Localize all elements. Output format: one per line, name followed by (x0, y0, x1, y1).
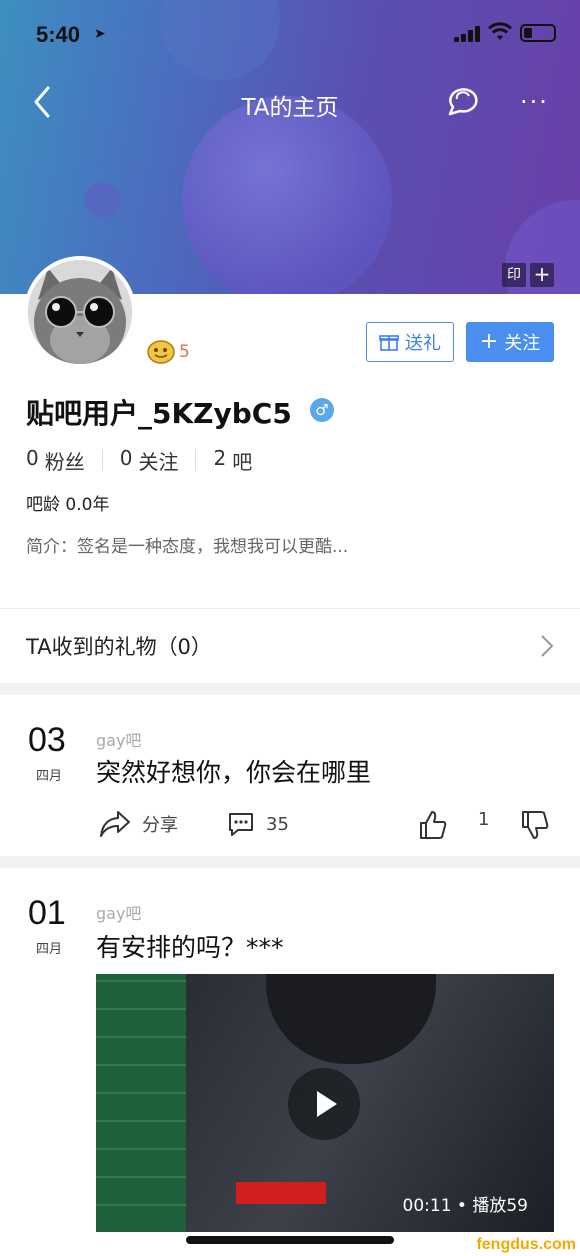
post-title[interactable]: 有安排的吗？*** (96, 928, 284, 964)
battery-icon (520, 24, 556, 42)
send-gift-button[interactable]: 送礼 (366, 322, 454, 362)
dislike-button[interactable] (520, 809, 550, 841)
video-scene-stripe (236, 1182, 326, 1204)
home-indicator[interactable] (186, 1236, 394, 1244)
forums-label: 吧 (232, 449, 253, 474)
banner-bubble (84, 182, 120, 218)
chevron-right-icon (541, 635, 554, 657)
follow-button[interactable]: + 关注 (466, 322, 554, 362)
location-arrow-icon: ➤ (94, 26, 106, 42)
like-count: 1 (478, 809, 489, 830)
profile-stats: 0 粉丝 0 关注 2 吧 (26, 446, 252, 474)
stamp-button[interactable]: 印 (502, 263, 526, 287)
thumbs-down-icon (522, 811, 549, 839)
stat-divider (195, 449, 197, 471)
divider (0, 608, 580, 609)
share-button[interactable]: 分享 (98, 809, 178, 839)
post-card[interactable]: 03 四月 gay吧 突然好想你，你会在哪里 分享 35 1 (0, 695, 580, 856)
post-forum[interactable]: gay吧 (96, 727, 141, 751)
video-plays: 播放59 (472, 1196, 528, 1216)
following-label: 关注 (138, 449, 179, 474)
section-gap (0, 683, 580, 695)
page-title: TA的主页 (241, 95, 339, 121)
post-day: 03 (28, 721, 66, 759)
post-forum[interactable]: gay吧 (96, 900, 141, 924)
post-title[interactable]: 突然好想你，你会在哪里 (96, 753, 371, 789)
play-button-icon[interactable] (288, 1068, 360, 1140)
comment-count: 35 (266, 813, 289, 835)
received-gifts-label: TA收到的礼物（0） (26, 635, 212, 659)
comment-icon (229, 813, 253, 836)
following-stat[interactable]: 0 关注 (120, 446, 179, 475)
post-day: 01 (28, 894, 66, 932)
video-thumbnail[interactable]: 00:11 • 播放59 (96, 974, 554, 1232)
plus-icon: + (479, 329, 499, 354)
stat-divider (101, 449, 103, 471)
post-actions: 分享 35 1 (0, 809, 580, 849)
video-scene-wall (96, 974, 196, 1232)
section-gap (0, 856, 580, 868)
cat-with-glasses-avatar-icon (28, 260, 132, 364)
watermark: fengdus.com (476, 1236, 576, 1253)
fans-stat[interactable]: 0 粉丝 (26, 446, 85, 475)
username: 贴吧用户_5KZybC5 (26, 397, 292, 430)
chat-bubble-icon[interactable] (444, 84, 482, 120)
wifi-icon (488, 22, 512, 40)
add-banner-button[interactable]: + (530, 263, 554, 287)
received-gifts-row[interactable]: TA收到的礼物（0） (0, 610, 580, 682)
like-count-text: 1 (478, 809, 490, 830)
cellular-signal-icon (454, 26, 482, 42)
send-gift-label: 送礼 (405, 333, 441, 354)
dot-separator: • (456, 1196, 473, 1216)
post-month: 四月 (36, 769, 63, 784)
fans-count: 0 (26, 445, 39, 470)
level-badge-icon (147, 340, 175, 364)
follow-label: 关注 (504, 333, 541, 354)
forums-count: 2 (213, 445, 227, 470)
status-bar: 5:40 ➤ (0, 18, 580, 54)
like-button[interactable] (418, 809, 448, 841)
nav-bar: TA的主页 ··· (0, 80, 580, 128)
comment-button[interactable]: 35 (226, 809, 289, 839)
gift-icon (379, 335, 399, 351)
video-duration: 00:11 (402, 1196, 452, 1216)
thumbs-up-icon (420, 811, 447, 839)
forums-stat[interactable]: 2 吧 (213, 446, 252, 475)
account-age: 吧龄 0.0年 (26, 495, 110, 515)
level-number: 5 (179, 342, 190, 362)
fans-label: 粉丝 (44, 449, 85, 474)
avatar[interactable] (24, 256, 136, 368)
profile-banner: 5:40 ➤ TA的主页 ··· 印 + (0, 0, 580, 294)
male-gender-icon: ♂ (310, 398, 334, 422)
bio-text: 简介：签名是一种态度，我想我可以更酷... (26, 537, 349, 557)
following-count: 0 (119, 445, 133, 470)
post-month: 四月 (36, 942, 63, 957)
more-options-icon[interactable]: ··· (520, 88, 549, 116)
share-label: 分享 (142, 815, 178, 836)
status-time: 5:40 (36, 22, 81, 47)
share-icon (100, 811, 130, 837)
video-meta: 00:11 • 播放59 (403, 1191, 528, 1216)
